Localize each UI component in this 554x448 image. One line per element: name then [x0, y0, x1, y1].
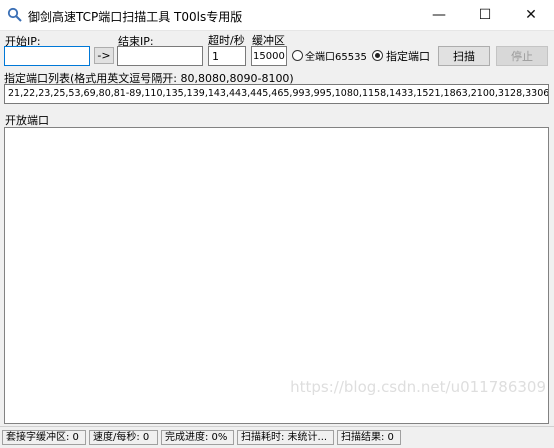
minimize-button[interactable]: — [416, 0, 462, 30]
title-bar: 御剑高速TCP端口扫描工具 T00ls专用版 — ☐ ✕ [0, 0, 554, 31]
end-ip-input[interactable] [117, 46, 203, 66]
port-list-input[interactable]: 21,22,23,25,53,69,80,81-89,110,135,139,1… [4, 84, 549, 104]
status-buffer: 套接字缓冲区: 0 [2, 430, 86, 445]
arrow-right-icon: -> [97, 49, 111, 62]
window-title: 御剑高速TCP端口扫描工具 T00ls专用版 [28, 10, 243, 24]
status-results: 扫描结果: 0 [337, 430, 401, 445]
close-button[interactable]: ✕ [508, 0, 554, 30]
close-icon: ✕ [525, 7, 537, 23]
all-ports-label[interactable]: 全端口65535 [305, 48, 367, 63]
open-ports-label: 开放端口 [5, 114, 49, 127]
status-elapsed: 扫描耗时: 未统计... [237, 430, 334, 445]
maximize-button[interactable]: ☐ [462, 0, 508, 30]
radio-selected-dot [375, 53, 380, 58]
maximize-icon: ☐ [478, 7, 492, 23]
status-bar: 套接字缓冲区: 0 速度/每秒: 0 完成进度: 0% 扫描耗时: 未统计...… [0, 426, 554, 448]
buffer-input[interactable] [251, 46, 287, 66]
minimize-icon: — [432, 7, 446, 23]
timeout-input[interactable] [208, 46, 246, 66]
specified-ports-radio[interactable] [372, 50, 383, 61]
specified-ports-label[interactable]: 指定端口 [386, 48, 430, 64]
watermark-text: https://blog.csdn.net/u011786309 [290, 378, 546, 396]
copy-ip-button[interactable]: -> [94, 47, 114, 64]
status-progress: 完成进度: 0% [161, 430, 234, 445]
all-ports-radio[interactable] [292, 50, 303, 61]
app-icon [7, 7, 22, 22]
start-ip-input[interactable] [4, 46, 90, 66]
stop-button[interactable]: 停止 [496, 46, 548, 66]
scan-button[interactable]: 扫描 [438, 46, 490, 66]
status-speed: 速度/每秒: 0 [89, 430, 158, 445]
